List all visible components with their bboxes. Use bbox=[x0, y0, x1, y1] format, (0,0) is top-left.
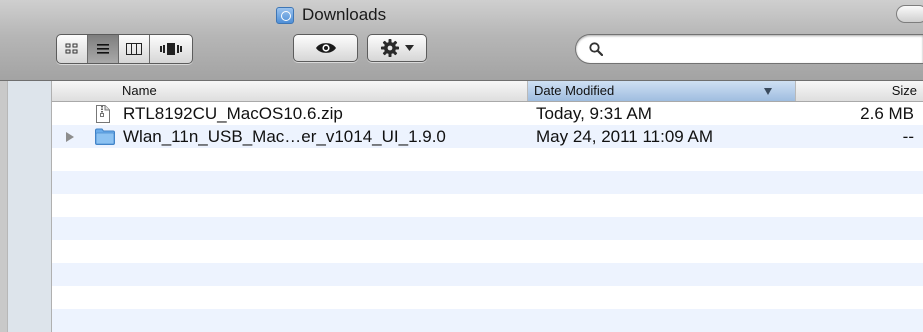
empty-row bbox=[52, 286, 923, 309]
empty-row bbox=[52, 217, 923, 240]
view-mode-segmented-control bbox=[56, 34, 193, 64]
downloads-folder-icon[interactable] bbox=[276, 6, 294, 24]
empty-row bbox=[52, 148, 923, 171]
file-row[interactable]: RTL8192CU_MacOS10.6.zip Today, 9:31 AM 2… bbox=[52, 102, 923, 125]
file-size: 2.6 MB bbox=[860, 104, 914, 123]
empty-row bbox=[52, 309, 923, 332]
empty-row bbox=[52, 194, 923, 217]
list-view-icon bbox=[97, 44, 109, 54]
eye-icon bbox=[315, 43, 336, 53]
sort-descending-icon bbox=[764, 88, 772, 95]
action-menu-button[interactable] bbox=[367, 34, 427, 62]
file-list: RTL8192CU_MacOS10.6.zip Today, 9:31 AM 2… bbox=[52, 102, 923, 332]
icon-view-button[interactable] bbox=[57, 35, 88, 63]
window-title: Downloads bbox=[276, 2, 386, 28]
window-title-label: Downloads bbox=[302, 5, 387, 24]
cover-flow-icon bbox=[160, 43, 182, 55]
disclosure-triangle-icon[interactable] bbox=[66, 132, 74, 142]
window-toolbar: Downloads bbox=[0, 0, 923, 81]
chevron-down-icon bbox=[405, 45, 414, 51]
sidebar[interactable] bbox=[0, 81, 52, 332]
column-header-size[interactable]: Size bbox=[796, 81, 923, 101]
zip-file-icon bbox=[96, 105, 110, 123]
column-header-date-label: Date Modified bbox=[534, 83, 615, 98]
file-name: RTL8192CU_MacOS10.6.zip bbox=[123, 104, 343, 123]
list-view-button[interactable] bbox=[88, 35, 119, 63]
folder-size: -- bbox=[902, 127, 914, 146]
search-icon bbox=[589, 42, 603, 56]
file-date-modified: Today, 9:31 AM bbox=[536, 104, 652, 123]
folder-date-modified: May 24, 2011 11:09 AM bbox=[536, 127, 714, 146]
column-header-name-label: Name bbox=[122, 83, 157, 98]
column-header-name[interactable]: Name bbox=[52, 81, 528, 101]
toolbar-toggle-button[interactable] bbox=[896, 5, 923, 23]
icon-view-icon bbox=[65, 43, 78, 54]
search-input[interactable] bbox=[610, 40, 914, 60]
column-header-size-label: Size bbox=[891, 83, 917, 98]
column-view-icon bbox=[126, 43, 142, 55]
folder-icon bbox=[95, 128, 115, 145]
quick-look-button[interactable] bbox=[293, 34, 358, 62]
search-field[interactable] bbox=[575, 34, 923, 64]
list-header: Name Date Modified Size bbox=[52, 81, 923, 102]
column-view-button[interactable] bbox=[119, 35, 150, 63]
column-header-date-modified[interactable]: Date Modified bbox=[528, 81, 796, 101]
folder-name: Wlan_11n_USB_Mac…er_v1014_UI_1.9.0 bbox=[123, 127, 446, 146]
folder-row[interactable]: Wlan_11n_USB_Mac…er_v1014_UI_1.9.0 May 2… bbox=[52, 125, 923, 148]
empty-row bbox=[52, 171, 923, 194]
empty-row bbox=[52, 263, 923, 286]
gear-icon bbox=[381, 39, 399, 57]
cover-flow-view-button[interactable] bbox=[150, 35, 192, 63]
empty-row bbox=[52, 240, 923, 263]
